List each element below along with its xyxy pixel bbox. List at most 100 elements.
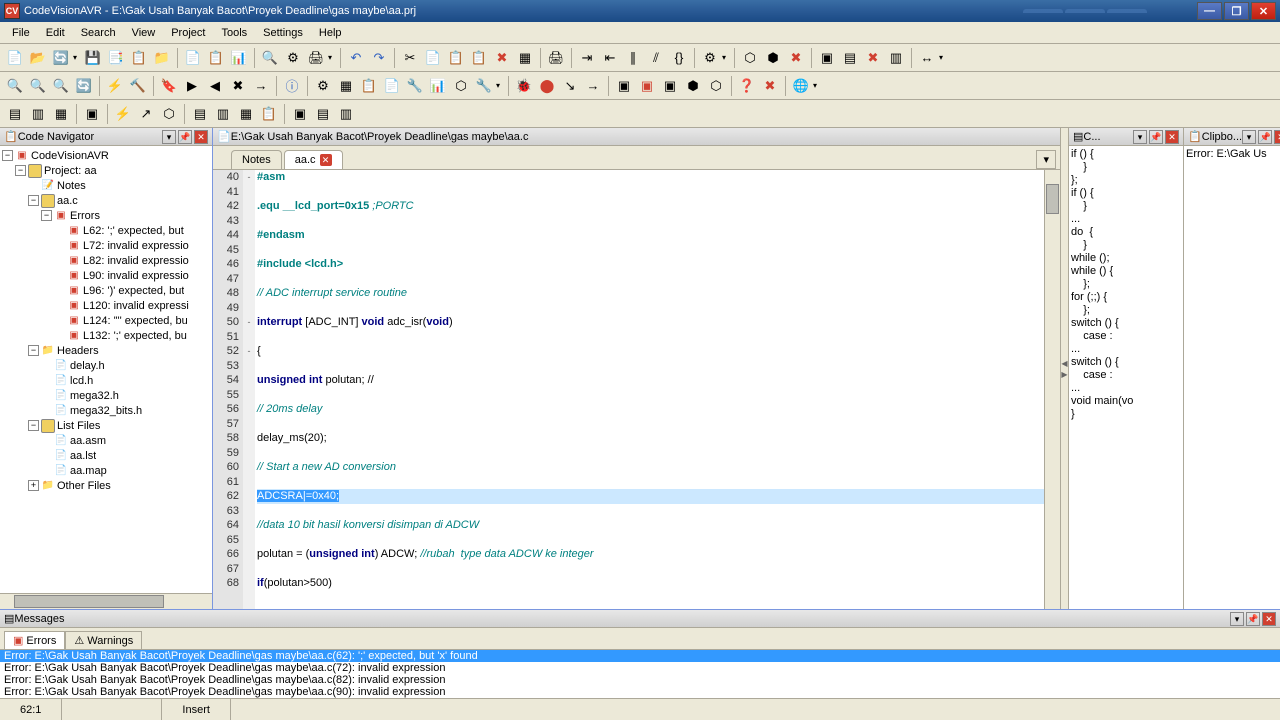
comment-icon[interactable]: ∥: [622, 47, 644, 69]
compile-icon[interactable]: ⚡: [104, 75, 126, 97]
step-icon[interactable]: ↘: [559, 75, 581, 97]
match-brace-icon[interactable]: {}: [668, 47, 690, 69]
select-all-icon[interactable]: ▦: [514, 47, 536, 69]
replace-icon[interactable]: 🔄: [73, 75, 95, 97]
project-open-icon[interactable]: 📁: [151, 47, 173, 69]
splitter[interactable]: ◀ ▶: [1060, 128, 1068, 609]
tree-header-item[interactable]: delay.h: [70, 360, 105, 372]
aero-tab[interactable]: [1065, 9, 1105, 13]
tool-icon[interactable]: 📊: [427, 75, 449, 97]
snippet-item[interactable]: void main(vo }: [1071, 395, 1181, 421]
tree-header-item[interactable]: mega32.h: [70, 390, 119, 402]
view-icon[interactable]: ▣: [289, 103, 311, 125]
message-item[interactable]: Error: E:\Gak Usah Banyak Bacot\Proyek D…: [0, 650, 1280, 662]
messages-list[interactable]: Error: E:\Gak Usah Banyak Bacot\Proyek D…: [0, 650, 1280, 698]
panel-pin-icon[interactable]: 📌: [1149, 130, 1163, 144]
tool-icon[interactable]: ⬡: [739, 47, 761, 69]
view-icon[interactable]: ▤: [312, 103, 334, 125]
bookmark-prev-icon[interactable]: ◀: [204, 75, 226, 97]
menu-edit[interactable]: Edit: [38, 24, 73, 42]
find-next-icon[interactable]: 🔍: [27, 75, 49, 97]
tab-errors[interactable]: ▣Errors: [4, 631, 65, 649]
tree-root[interactable]: CodeVisionAVR: [31, 150, 109, 162]
view-icon[interactable]: ▤: [4, 103, 26, 125]
menu-help[interactable]: Help: [311, 24, 350, 42]
view-icon[interactable]: ▦: [50, 103, 72, 125]
tree-notes[interactable]: Notes: [57, 180, 86, 192]
print-icon[interactable]: 🖨: [305, 47, 327, 69]
dropdown-icon[interactable]: ▾: [939, 53, 947, 62]
snippets-list[interactable]: if () { } };if () { } ...do { } while ()…: [1069, 146, 1183, 609]
dropdown-icon[interactable]: ▾: [813, 81, 821, 90]
chip-erase-icon[interactable]: ▣: [636, 75, 658, 97]
expand-icon[interactable]: ↔: [916, 47, 938, 69]
tree-error-item[interactable]: L90: invalid expressio: [83, 270, 189, 282]
panel-close-icon[interactable]: ✕: [194, 130, 208, 144]
print-preview-icon[interactable]: 🔍: [259, 47, 281, 69]
menu-project[interactable]: Project: [163, 24, 213, 42]
clipboard-content[interactable]: Error: E:\Gak Us: [1184, 146, 1280, 609]
view-icon[interactable]: ▥: [212, 103, 234, 125]
headers-icon[interactable]: 📊: [228, 47, 250, 69]
snippet-item[interactable]: while () { };: [1071, 265, 1181, 291]
view-icon[interactable]: ↗: [135, 103, 157, 125]
panel-dropdown-icon[interactable]: ▾: [1133, 130, 1147, 144]
view-icon[interactable]: ▤: [189, 103, 211, 125]
tree-headers[interactable]: Headers: [57, 345, 99, 357]
save-all-icon[interactable]: 📑: [105, 47, 127, 69]
view-icon[interactable]: ▣: [81, 103, 103, 125]
snippet-item[interactable]: for (;;) { };: [1071, 291, 1181, 317]
bookmark-clear-icon[interactable]: ✖: [227, 75, 249, 97]
tool-icon[interactable]: ✖: [785, 47, 807, 69]
menu-view[interactable]: View: [124, 24, 164, 42]
tree-error-item[interactable]: L82: invalid expressio: [83, 255, 189, 267]
tree-collapse-icon[interactable]: −: [2, 150, 13, 161]
tab-warnings[interactable]: ⚠Warnings: [65, 631, 142, 649]
tool-icon[interactable]: 🔧: [404, 75, 426, 97]
tree-expand-icon[interactable]: +: [28, 480, 39, 491]
tree-error-item[interactable]: L72: invalid expressio: [83, 240, 189, 252]
snippet-item[interactable]: if () { } };: [1071, 148, 1181, 187]
tool-icon[interactable]: ▣: [816, 47, 838, 69]
paste-special-icon[interactable]: 📋: [468, 47, 490, 69]
chip-program-icon[interactable]: ▣: [659, 75, 681, 97]
redo-icon[interactable]: ↷: [368, 47, 390, 69]
close-button[interactable]: ✕: [1251, 2, 1276, 20]
minimize-button[interactable]: —: [1197, 2, 1222, 20]
view-icon[interactable]: ▥: [335, 103, 357, 125]
uncomment-icon[interactable]: ⫽: [645, 47, 667, 69]
code-navigator-tree[interactable]: −▣CodeVisionAVR −Project: aa 📝Notes −aa.…: [0, 146, 212, 593]
tree-listfiles[interactable]: List Files: [57, 420, 100, 432]
panel-close-icon[interactable]: ✕: [1274, 130, 1280, 144]
nav-hscroll[interactable]: [0, 593, 212, 609]
tree-error-item[interactable]: L120: invalid expressi: [83, 300, 189, 312]
aero-tab[interactable]: [1107, 9, 1147, 13]
copy-icon[interactable]: 📄: [182, 47, 204, 69]
tree-collapse-icon[interactable]: −: [41, 210, 52, 221]
message-item[interactable]: Error: E:\Gak Usah Banyak Bacot\Proyek D…: [0, 686, 1280, 698]
undo-icon[interactable]: ↶: [345, 47, 367, 69]
web-icon[interactable]: 🌐: [790, 75, 812, 97]
project-new-icon[interactable]: 📋: [128, 47, 150, 69]
tool-icon[interactable]: ⬡: [705, 75, 727, 97]
editor-vscroll[interactable]: [1044, 170, 1060, 609]
scrollbar-thumb[interactable]: [1046, 184, 1059, 214]
tree-errors[interactable]: Errors: [70, 210, 100, 222]
snippet-item[interactable]: do { } while ();: [1071, 226, 1181, 265]
tree-collapse-icon[interactable]: −: [28, 195, 39, 206]
menu-settings[interactable]: Settings: [255, 24, 311, 42]
tree-error-item[interactable]: L124: '"' expected, bu: [83, 315, 188, 327]
tree-header-item[interactable]: lcd.h: [70, 375, 93, 387]
panel-close-icon[interactable]: ✕: [1262, 612, 1276, 626]
view-icon[interactable]: ▥: [27, 103, 49, 125]
delete-icon[interactable]: ✖: [491, 47, 513, 69]
about-icon[interactable]: ✖: [759, 75, 781, 97]
print-icon[interactable]: 🖨: [545, 47, 567, 69]
tree-collapse-icon[interactable]: −: [15, 165, 26, 176]
goto-line-icon[interactable]: →: [250, 75, 272, 97]
tool-icon[interactable]: 🔧: [473, 75, 495, 97]
stop-icon[interactable]: ⬤: [536, 75, 558, 97]
open-file-icon[interactable]: 📂: [27, 47, 49, 69]
tool-icon[interactable]: ⬢: [682, 75, 704, 97]
menu-tools[interactable]: Tools: [213, 24, 255, 42]
